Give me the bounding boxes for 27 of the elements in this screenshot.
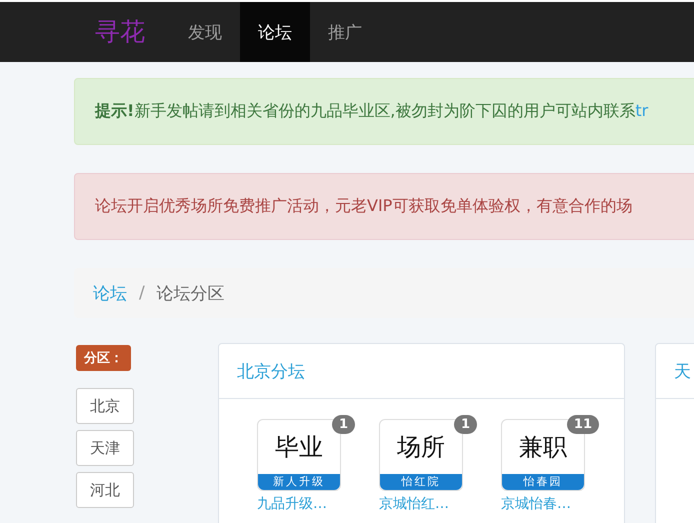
nav-tab[interactable]: 推广 [310, 2, 380, 62]
icon-text: 场所 [397, 434, 445, 460]
notice-alert: 论坛开启优秀场所免费推广活动，元老VIP可获取免单体验权，有意合作的场 [74, 173, 694, 240]
forum-link[interactable]: 九品升级… [257, 495, 327, 513]
count-badge: 1 [332, 415, 355, 434]
icon-text: 毕业 [275, 434, 323, 460]
card-title[interactable]: 北京分坛 [219, 344, 624, 399]
nav-tab[interactable]: 发现 [170, 2, 240, 62]
icon-caption: 怡春园 [502, 474, 584, 490]
tip-alert: 提示!新手发帖请到相关省份的九品毕业区,被勿封为阶下囚的用户可站内联系tr [74, 78, 694, 145]
count-badge: 1 [454, 415, 477, 434]
icon-text: 兼职 [519, 434, 567, 460]
card-title[interactable]: 天 [656, 344, 694, 399]
region-button[interactable]: 河北 [76, 472, 134, 508]
region-button[interactable]: 天津 [76, 430, 134, 466]
count-badge: 11 [566, 415, 599, 434]
breadcrumb-separator: / [139, 283, 145, 303]
icon-caption: 新人升级 [258, 474, 340, 490]
forum-icon[interactable]: 场所 怡红院 [379, 419, 463, 491]
forum-link[interactable]: 京城怡春… [501, 495, 571, 513]
forum-icon[interactable]: 毕业 新人升级 [257, 419, 341, 491]
section-label: 分区： [76, 345, 131, 371]
breadcrumb-current: 论坛分区 [156, 282, 225, 304]
region-button[interactable]: 北京 [76, 388, 134, 424]
forum-link[interactable]: 京城怡红… [379, 495, 449, 513]
nav-tab[interactable]: 论坛 [240, 2, 310, 62]
icon-caption: 怡红院 [380, 474, 462, 490]
